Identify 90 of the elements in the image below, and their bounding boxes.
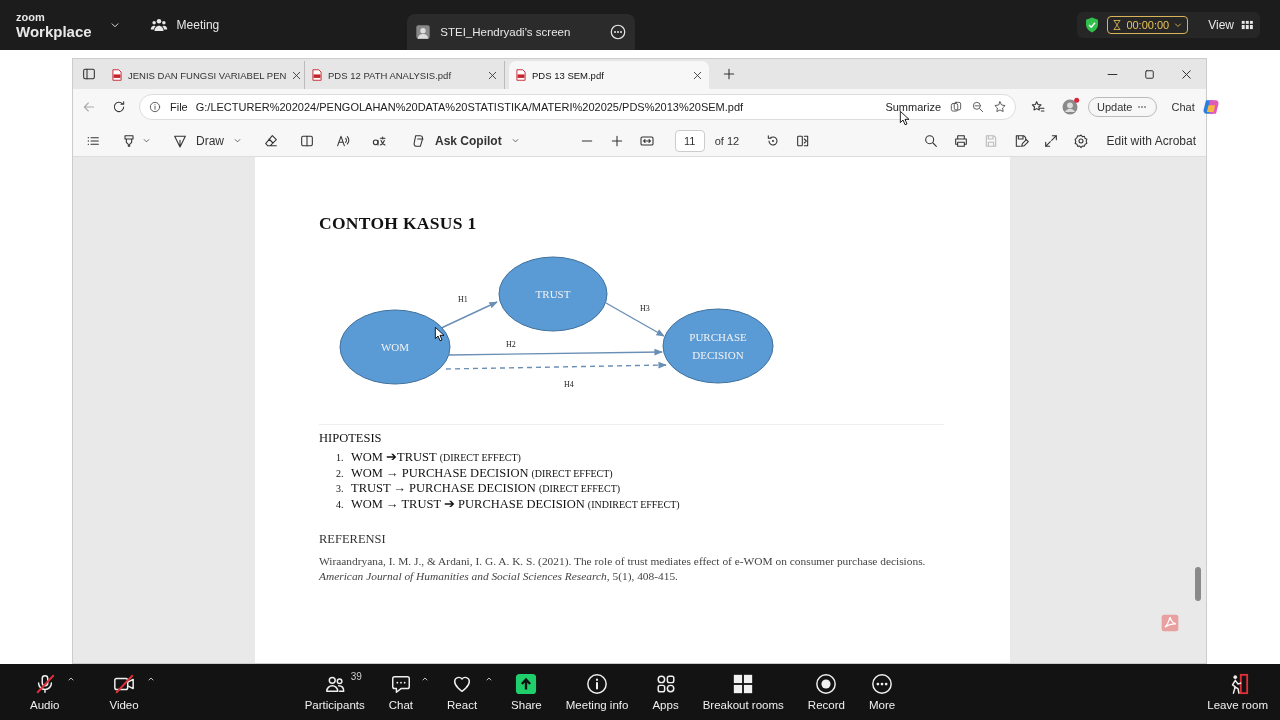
draw-button[interactable]: Draw [172,132,243,149]
toolbar-button[interactable]: Video [101,673,147,711]
hypothesis-text: TRUST → PURCHASE DECISION [351,481,536,496]
hypothesis-note: (DIRECT EFFECT) [439,451,521,465]
scroll-thumb[interactable] [1195,567,1201,601]
participant-count: 39 [350,671,362,682]
timer-button[interactable]: 00:00:00 [1107,16,1189,34]
pdf-file-icon [514,68,528,82]
hypothesis-note: (DIRECT EFFECT) [538,482,621,496]
page-heading: CONTOH KASUS 1 [319,213,478,234]
diagram-node: PURCHASE DECISION [662,308,774,384]
plus-icon[interactable] [721,66,737,82]
chat-button[interactable]: Chat [1171,97,1221,117]
print-icon[interactable] [952,132,969,149]
url-text: G:/LECTURER%202024/PENGOLAHAN%20DATA%20STATISTIKA/MATERI%202025/PDS%2013%20SEM.pdf [195,101,744,113]
summarize-icon[interactable] [949,100,963,114]
zoom-out-icon[interactable] [971,100,985,114]
eraser-icon[interactable] [263,132,279,149]
pdf-file-icon [310,68,324,82]
hypothesis-text: WOM ➔TRUST [351,450,437,465]
section-title: HIPOTESIS [319,431,383,446]
favorites-icon[interactable] [1030,99,1046,115]
avatar-icon [415,24,432,40]
list-number: 2. [336,466,345,481]
address-bar[interactable]: File G:/LECTURER%202024/PENGOLAHAN%20DATA%20STATISTIKA/MATERI%202025/PDS%2013%20SEM.pdf Summarize [139,94,1016,120]
hourglass-icon [1111,19,1124,31]
more-icon[interactable] [609,23,628,41]
diagram-node: WOM [339,309,451,385]
browser-tab[interactable]: PDS 12 PATH ANALYSIS.pdf [305,61,505,89]
toolbar-button[interactable]: 39 Participants [296,673,373,711]
list-number: 3. [336,482,345,496]
hypothesis-note: (INDIRECT EFFECT) [587,497,680,512]
tab-title: PDS 12 PATH ANALYSIS.pdf [328,69,453,81]
diagram-node: TRUST [498,256,608,332]
people-icon [149,16,168,34]
view-button[interactable]: View [1208,18,1254,32]
sidebar-icon[interactable] [81,66,97,82]
hypothesis-text: WOM → PURCHASE DECISION [351,465,529,480]
more-icon [871,673,893,695]
share-title: STEI_Hendryadi's screen [440,26,571,38]
tab-title: PDS 13 SEM.pdf [532,69,605,81]
browser-tab[interactable]: JENIS DAN FUNGSI VARIABEL PEN [105,61,305,89]
arrow-label: H4 [564,380,574,389]
toolbar-button[interactable]: Record [799,673,853,711]
grid-icon [732,673,755,695]
pdf-file-icon [110,68,124,82]
expand-icon[interactable] [1042,132,1059,149]
toolbar-button[interactable]: Breakout rooms [694,673,792,711]
section-title: REFERENSI [319,532,387,547]
settings-icon[interactable] [1072,132,1089,149]
list-number: 1. [336,451,345,465]
logo-subtitle: Workplace [16,23,92,39]
browser-tab[interactable]: PDS 13 SEM.pdf [509,61,709,89]
page-number-field[interactable]: 11 [674,129,705,152]
star-icon[interactable] [993,100,1007,114]
reload-icon[interactable] [111,99,127,115]
arrow-label: H1 [458,295,468,304]
chat-bubble-icon [389,673,412,695]
hypothesis-note: (DIRECT EFFECT) [531,466,613,481]
summarize-button[interactable]: Summarize [885,101,941,113]
logo-text: zoom [16,11,46,23]
search-icon[interactable] [922,132,939,149]
highlighter-icon[interactable] [121,132,137,149]
toolbar-button[interactable]: More [860,673,904,711]
toolbar-button[interactable]: React [439,673,486,711]
toolbar-button[interactable]: Apps [644,673,687,711]
arrow [605,302,665,337]
apps-icon [654,673,677,695]
record-icon [815,673,838,695]
reference-text: Wiraandryana, I. M. J., & Ardani, I. G. A. K. S. (2021). The role of trust mediates effect of e-WOM on consumer purchase decisions. American Journal of Humanities and Social Sciences Research, 5(1), 408-415. [319,554,927,584]
toolbar-button[interactable]: Audio [22,673,68,711]
page-count: of 12 [714,134,740,147]
profile-icon[interactable] [1060,97,1080,117]
toolbar-button[interactable]: Share [503,673,550,711]
arrow-label: H2 [506,340,516,349]
scheme-label: File [170,101,188,113]
toolbar-button[interactable]: Chat [380,673,422,711]
info-icon[interactable] [148,100,162,114]
share-tab[interactable]: STEI_Hendryadi's screen [407,14,636,50]
meeting-button[interactable]: Meeting [149,16,220,34]
list-number: 4. [336,497,345,512]
grid-icon [1240,18,1254,32]
arrow-label: H3 [640,304,650,313]
tab-title: JENIS DAN FUNGSI VARIABEL PEN [128,69,287,81]
info-icon [586,673,609,695]
ask-copilot-button[interactable]: Ask Copilot [411,132,521,149]
toolbar-button[interactable]: Meeting info [557,673,637,711]
edit-with-acrobat-button[interactable]: Edit with Acrobat [1106,133,1196,148]
toolbar-button[interactable]: Leave room [1199,673,1276,711]
hypothesis-text: WOM → TRUST ➔ PURCHASE DECISION [351,496,585,511]
